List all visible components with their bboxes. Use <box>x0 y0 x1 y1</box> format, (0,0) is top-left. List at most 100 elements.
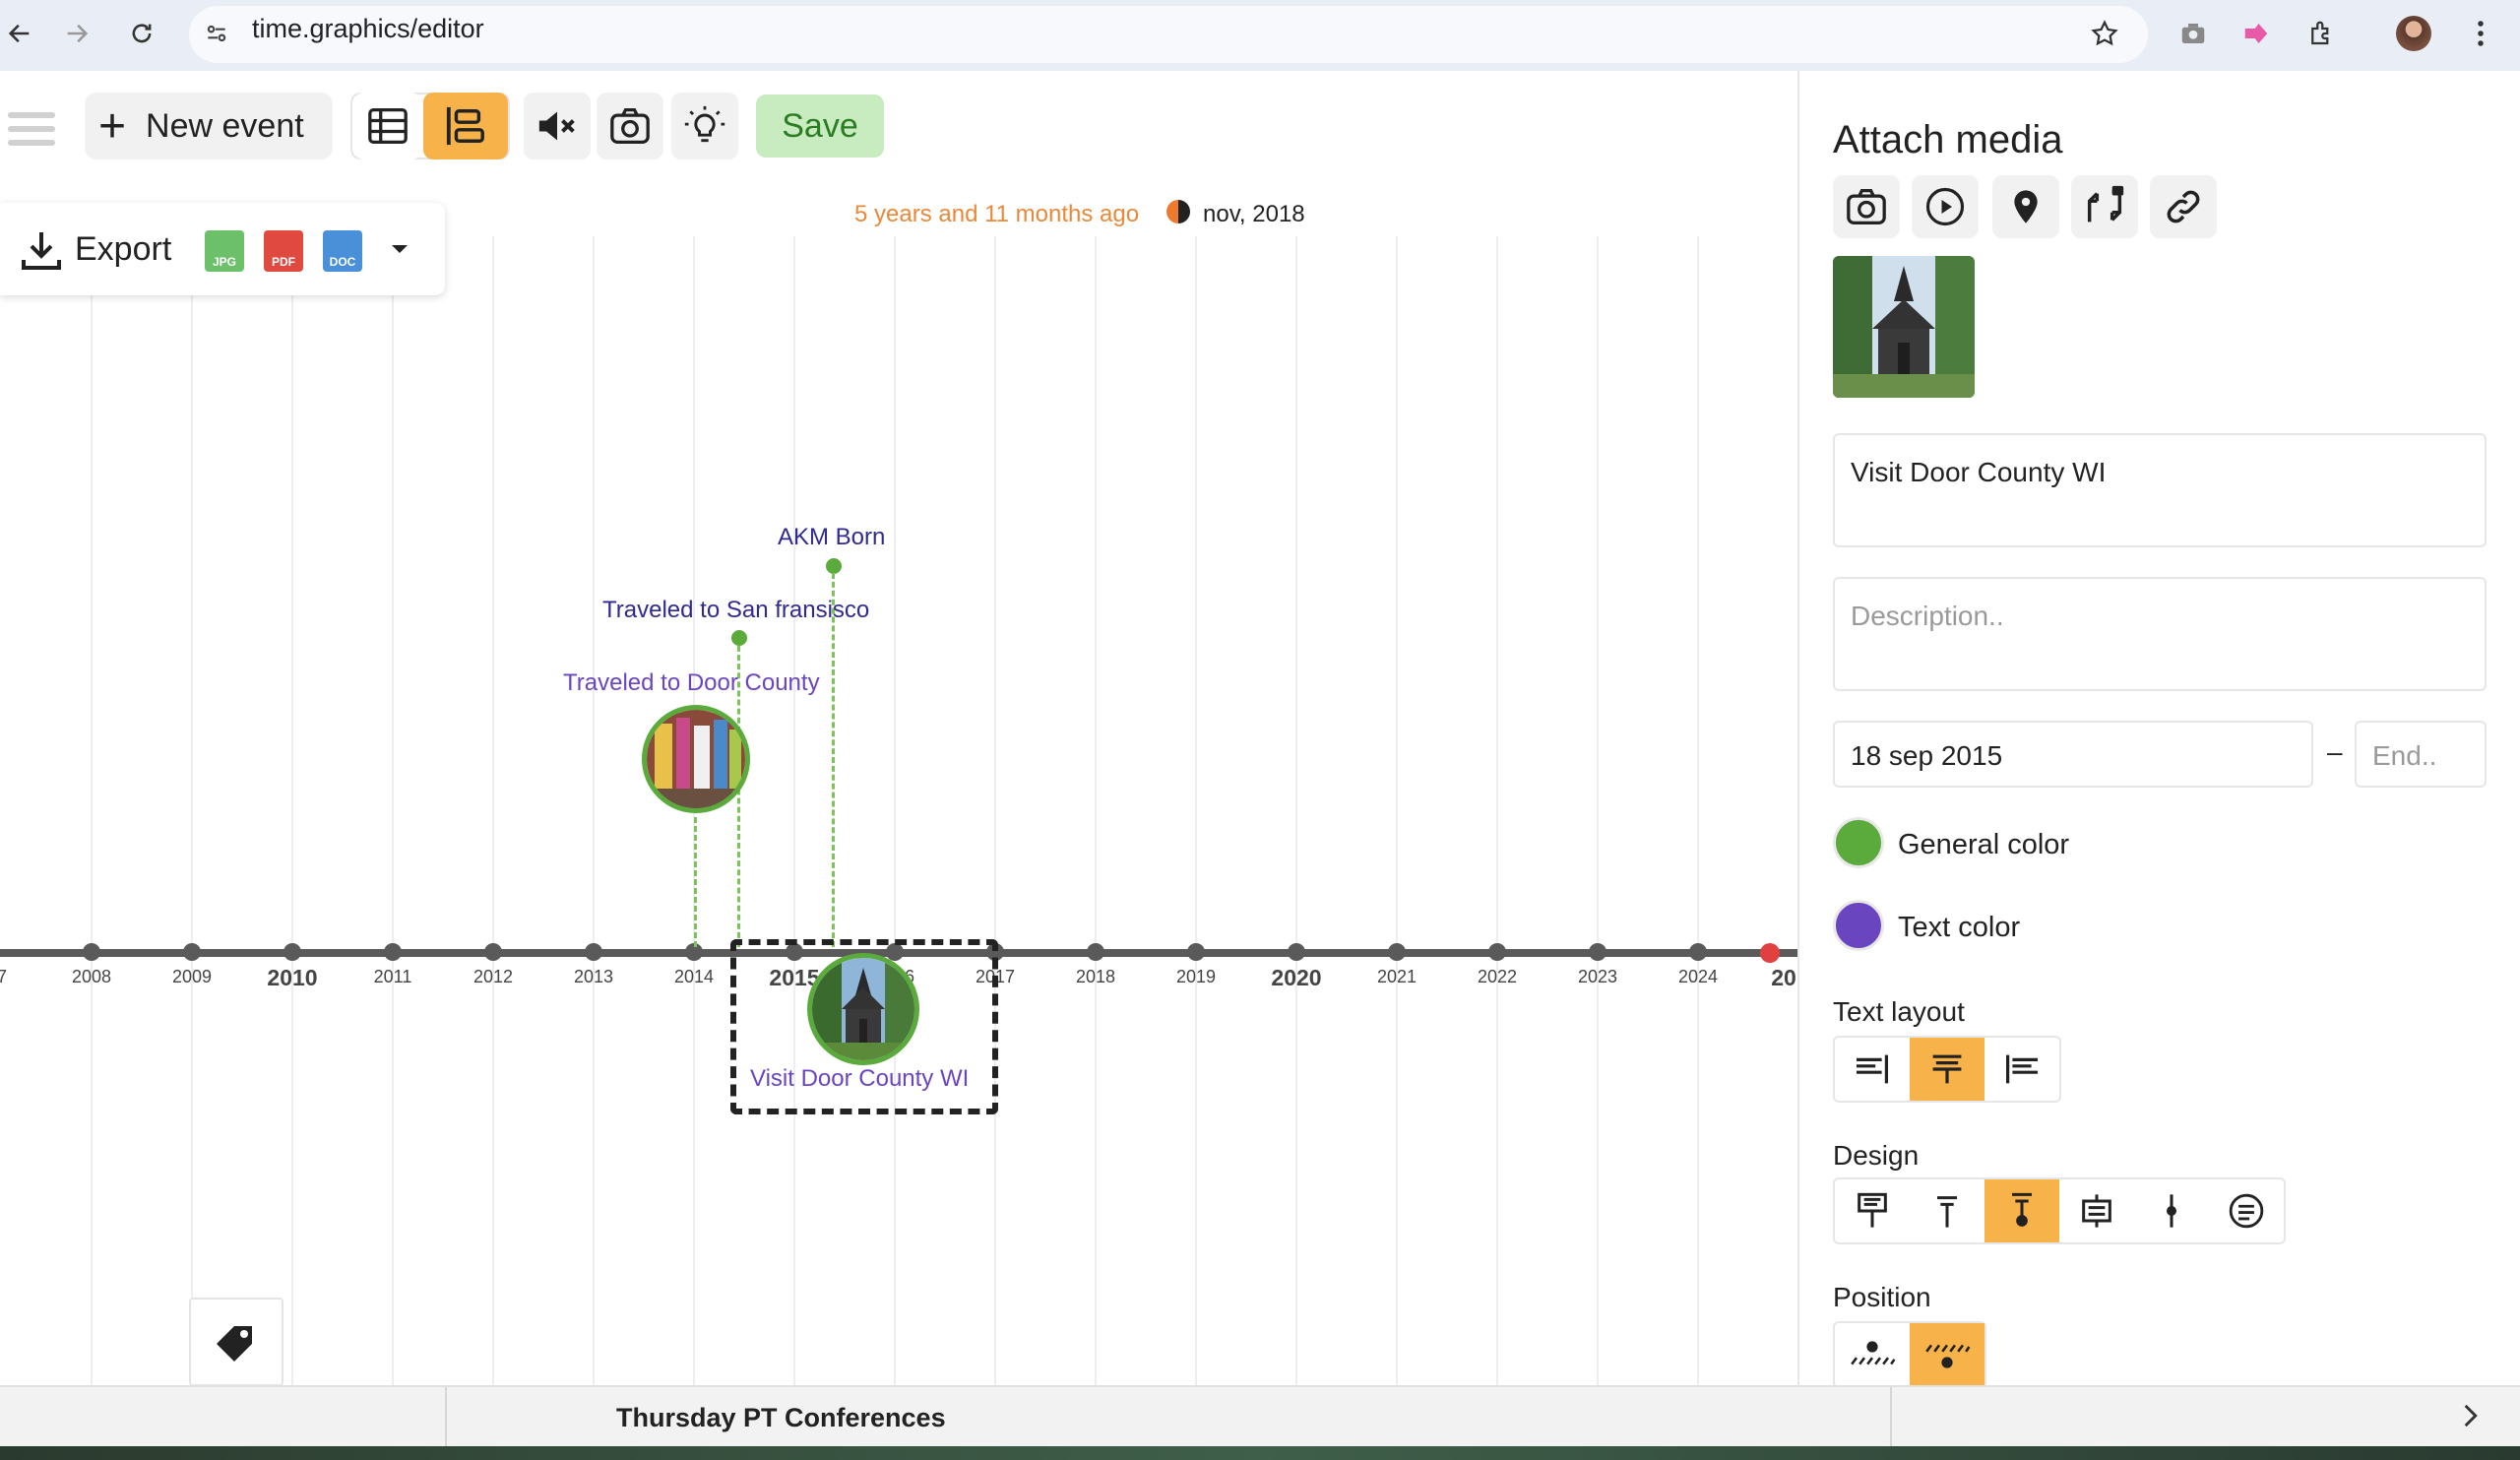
event-marker[interactable] <box>826 558 842 574</box>
pink-extension-icon[interactable] <box>2236 14 2276 53</box>
event-stem <box>832 573 835 947</box>
year-label: 2020 <box>1271 965 1322 990</box>
chevron-right-icon[interactable] <box>2461 1403 2479 1433</box>
gridline <box>1396 236 1398 1385</box>
event-label-san-francisco[interactable]: Traveled to San fransisco <box>602 597 869 624</box>
axis-tick <box>1689 943 1707 961</box>
plus-icon: + <box>98 99 127 153</box>
axis-tick <box>585 943 602 961</box>
year-label: 2012 <box>472 967 514 986</box>
doc-export-icon[interactable]: DOC <box>323 230 362 272</box>
attach-location-button[interactable] <box>1992 175 2059 238</box>
text-color-label: Text color <box>1898 912 2021 943</box>
gridline <box>593 236 595 1385</box>
position-label: Position <box>1833 1282 1931 1312</box>
year-label: 2024 <box>1677 967 1719 986</box>
attach-embed-locked-button[interactable] <box>2071 175 2138 238</box>
event-marker[interactable] <box>731 630 747 646</box>
camera-extension-icon[interactable] <box>2174 14 2213 53</box>
panel-title: Attach media <box>1833 118 2063 161</box>
general-color-swatch[interactable] <box>1833 817 1884 868</box>
design-label: Design <box>1833 1140 1920 1171</box>
timeline-editor[interactable]: + New event Save Export JPG PDF DOC 5 ye… <box>0 71 1797 1385</box>
event-label-door-county[interactable]: Traveled to Door County <box>563 669 820 697</box>
attach-link-button[interactable] <box>2150 175 2217 238</box>
screenshot-button[interactable] <box>597 93 663 159</box>
back-icon[interactable] <box>0 14 39 53</box>
year-label: 2013 <box>573 967 614 986</box>
position-above-icon[interactable] <box>1835 1323 1910 1386</box>
design-pin-icon[interactable] <box>1984 1179 2059 1242</box>
lightbulb-icon[interactable] <box>671 93 738 159</box>
text-align-center-icon[interactable] <box>1910 1038 1984 1101</box>
timeline-title[interactable]: Thursday PT Conferences <box>616 1403 946 1433</box>
text-color-swatch[interactable] <box>1833 900 1884 951</box>
bookmark-star-icon[interactable] <box>2085 14 2124 53</box>
current-date-text: nov, 2018 <box>1203 201 1305 227</box>
end-date-input[interactable]: End.. <box>2355 721 2487 788</box>
gridline <box>994 236 996 1385</box>
profile-avatar[interactable] <box>2394 14 2433 53</box>
design-dot-icon[interactable] <box>2134 1179 2209 1242</box>
text-align-right-icon[interactable] <box>1835 1038 1910 1101</box>
mute-sound-button[interactable] <box>524 93 591 159</box>
reload-icon[interactable] <box>122 14 161 53</box>
design-minimal-icon[interactable] <box>1910 1179 1984 1242</box>
axis-tick <box>1288 943 1305 961</box>
url-text: time.graphics/editor <box>252 14 484 43</box>
attach-photo-button[interactable] <box>1833 175 1900 238</box>
download-icon[interactable] <box>18 226 65 279</box>
year-label: 2009 <box>171 967 213 986</box>
table-view-button[interactable] <box>354 93 421 159</box>
axis-tick <box>1187 943 1205 961</box>
jpg-export-icon[interactable]: JPG <box>205 230 244 272</box>
gridline <box>1195 236 1197 1385</box>
start-date-input[interactable]: 18 sep 2015 <box>1833 721 2313 788</box>
design-box-icon[interactable] <box>2059 1179 2134 1242</box>
year-label: 7 <box>0 967 8 986</box>
browser-menu-icon[interactable] <box>2461 14 2500 53</box>
attached-photo[interactable] <box>1833 256 1975 398</box>
gridline <box>894 236 896 1385</box>
divider <box>445 1387 447 1448</box>
extensions-puzzle-icon[interactable] <box>2301 14 2341 53</box>
event-thumbnail-visit-door-county[interactable] <box>807 953 919 1065</box>
event-stem <box>694 817 697 947</box>
pdf-export-icon[interactable]: PDF <box>264 230 303 272</box>
event-label-akm-born[interactable]: AKM Born <box>778 524 885 551</box>
text-align-left-icon[interactable] <box>1984 1038 2059 1101</box>
event-thumbnail-door-county[interactable] <box>642 705 750 813</box>
axis-tick <box>1388 943 1406 961</box>
new-event-button[interactable]: + New event <box>85 93 333 159</box>
forward-icon[interactable] <box>57 14 96 53</box>
year-label: 2011 <box>373 967 412 986</box>
save-button[interactable]: Save <box>756 95 884 158</box>
tag-button[interactable] <box>189 1298 284 1385</box>
axis-tick <box>1488 943 1506 961</box>
timeline-view-button[interactable] <box>423 93 508 159</box>
axis-tick <box>1589 943 1606 961</box>
year-label: 2021 <box>1376 967 1418 986</box>
description-input[interactable]: Description.. <box>1833 577 2487 691</box>
site-settings-icon[interactable] <box>197 14 236 53</box>
export-button[interactable]: Export <box>75 230 171 269</box>
position-below-icon[interactable] <box>1910 1323 1984 1386</box>
gridline <box>91 236 93 1385</box>
export-dropdown-icon[interactable] <box>390 242 410 261</box>
axis-tick <box>284 943 301 961</box>
today-marker <box>1760 943 1780 963</box>
design-bubble-icon[interactable] <box>2209 1179 2284 1242</box>
desktop-background-strip <box>0 1446 2520 1460</box>
text-layout-label: Text layout <box>1833 996 1965 1027</box>
divider <box>1890 1387 1892 1448</box>
export-panel: Export JPG PDF DOC <box>0 203 445 295</box>
current-date-marker <box>1166 200 1190 223</box>
attach-video-button[interactable] <box>1912 175 1979 238</box>
menu-icon[interactable] <box>8 112 55 154</box>
event-label-visit-door-county[interactable]: Visit Door County WI <box>750 1065 969 1093</box>
design-card-icon[interactable] <box>1835 1179 1910 1242</box>
general-color-label: General color <box>1898 829 2070 860</box>
event-editor-panel: Attach media Visit Door County WI Descri… <box>1797 71 2520 1388</box>
gridline <box>1095 236 1097 1385</box>
event-title-input[interactable]: Visit Door County WI <box>1833 433 2487 547</box>
